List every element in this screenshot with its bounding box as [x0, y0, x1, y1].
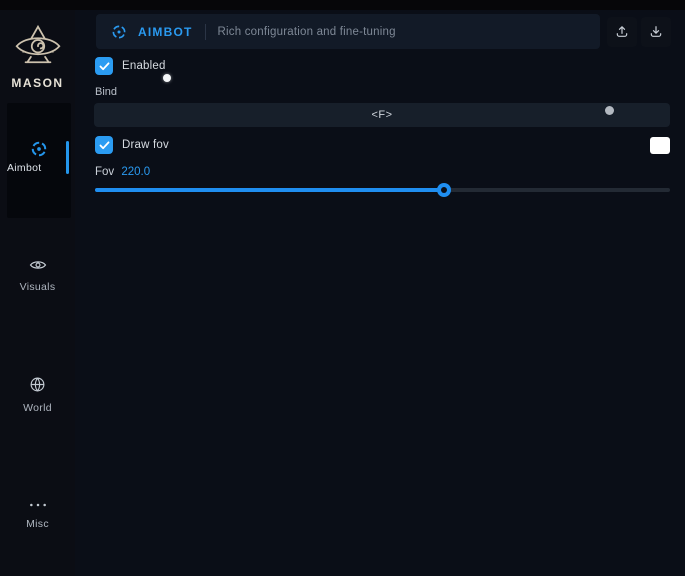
enabled-label: Enabled: [122, 60, 166, 72]
page-header: AIMBOT Rich configuration and fine-tunin…: [96, 14, 600, 49]
sidebar-item-world[interactable]: World: [0, 376, 75, 414]
brand-name: MASON: [0, 76, 75, 90]
upload-icon: [614, 24, 630, 40]
bind-label: Bind: [95, 86, 117, 98]
brand-logo: MASON: [0, 24, 75, 90]
sidebar-item-label: Aimbot: [7, 162, 71, 174]
download-config-button[interactable]: [641, 17, 671, 47]
mason-eye-pyramid-icon: [0, 24, 75, 72]
fov-label-row: Fov 220.0: [95, 166, 150, 178]
sidebar-item-visuals[interactable]: Visuals: [0, 258, 75, 293]
check-icon: [99, 62, 110, 71]
globe-icon: [0, 376, 75, 398]
header-divider: [205, 24, 206, 40]
fov-value: 220.0: [121, 166, 150, 178]
page-subtitle: Rich configuration and fine-tuning: [218, 26, 396, 38]
fov-slider-fill: [95, 188, 444, 192]
cursor-dot: [163, 74, 171, 82]
bind-input[interactable]: <F>: [94, 103, 670, 127]
crosshair-icon: [29, 139, 49, 164]
fov-slider-thumb[interactable]: [437, 183, 451, 197]
sidebar-item-aimbot[interactable]: Aimbot: [7, 103, 71, 218]
check-icon: [99, 141, 110, 150]
sidebar-item-label: Misc: [0, 518, 75, 530]
draw-fov-label: Draw fov: [122, 139, 169, 151]
sidebar-item-label: World: [0, 402, 75, 414]
main-panel: AIMBOT Rich configuration and fine-tunin…: [75, 10, 685, 576]
fov-label: Fov: [95, 166, 114, 178]
sidebar: MASON Aimbot Visuals: [0, 10, 75, 576]
mason-menu-window: MASON Aimbot Visuals: [0, 0, 685, 576]
page-title: AIMBOT: [138, 25, 193, 39]
bind-value: <F>: [371, 109, 392, 121]
sidebar-item-label: Visuals: [0, 281, 75, 293]
crosshair-icon: [110, 23, 128, 41]
upload-config-button[interactable]: [607, 17, 637, 47]
indicator-dot: [605, 106, 614, 115]
sidebar-item-misc[interactable]: Misc: [0, 496, 75, 530]
download-icon: [648, 24, 664, 40]
window-top-strip: [0, 0, 685, 10]
ellipsis-icon: [0, 496, 75, 514]
eye-icon: [0, 258, 75, 277]
enabled-checkbox[interactable]: [95, 57, 113, 75]
fov-slider[interactable]: [95, 181, 670, 199]
fov-color-swatch[interactable]: [650, 137, 670, 154]
draw-fov-checkbox[interactable]: [95, 136, 113, 154]
